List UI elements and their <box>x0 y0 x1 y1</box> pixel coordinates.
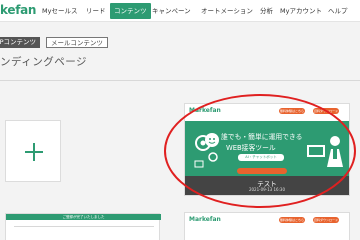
add-landing-page-card[interactable] <box>5 120 61 182</box>
highlight-annotation-circle <box>164 94 356 208</box>
nav-help[interactable]: ヘルプ <box>328 3 348 19</box>
top-navigation-bar: kefan Myセールス リード コンテンツ キャンペーン オートメーション 分… <box>0 0 360 22</box>
nav-automation[interactable]: オートメーション <box>201 3 253 19</box>
card-header-text: ご登録が完了いたしました <box>62 215 105 219</box>
nav-my-sales[interactable]: Myセールス <box>42 3 77 19</box>
tab-lp-contents[interactable]: LPコンテンツ <box>0 37 41 48</box>
preview-cta-pill: 資料ダウンロード <box>313 217 339 223</box>
tab-mail-contents[interactable]: メールコンテンツ <box>46 37 108 48</box>
nav-campaigns[interactable]: キャンペーン <box>152 3 191 19</box>
plus-icon-vertical <box>33 143 35 161</box>
preview-logo: Markefan <box>189 216 221 223</box>
draft-page-card[interactable]: ご登録が完了いたしました <box>5 213 161 240</box>
nav-contents[interactable]: コンテンツ <box>110 3 151 19</box>
landing-page-card[interactable]: Markefan 無料体験はこちら 資料ダウンロード <box>184 212 350 240</box>
card-placeholder-line <box>14 226 154 227</box>
preview-cta-pill: 無料体験はこちら <box>279 217 305 223</box>
nav-leads[interactable]: リード <box>86 3 106 19</box>
page-title: ンディングページ <box>0 56 88 68</box>
title-divider <box>0 80 360 81</box>
app-logo[interactable]: kefan <box>0 3 36 17</box>
nav-my-account[interactable]: Myアカウント <box>280 3 322 19</box>
nav-analytics[interactable]: 分析 <box>260 3 273 19</box>
